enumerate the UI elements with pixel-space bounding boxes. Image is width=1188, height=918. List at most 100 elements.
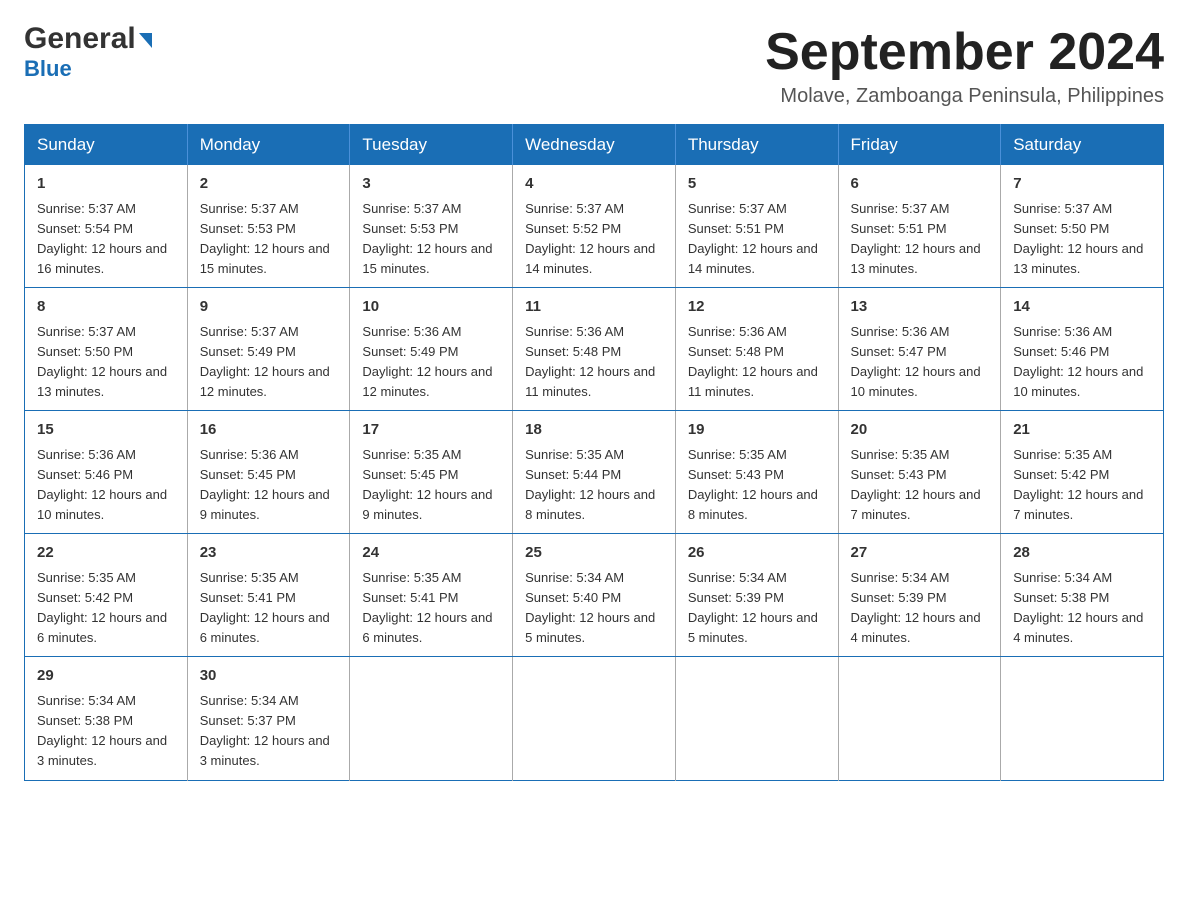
day-info: Sunrise: 5:34 AMSunset: 5:40 PMDaylight:… — [525, 568, 663, 649]
day-info: Sunrise: 5:36 AMSunset: 5:46 PMDaylight:… — [1013, 322, 1151, 403]
calendar-cell: 15Sunrise: 5:36 AMSunset: 5:46 PMDayligh… — [25, 411, 188, 534]
calendar-cell: 2 Sunrise: 5:37 AMSunset: 5:53 PMDaylight… — [187, 165, 350, 288]
day-number: 30 — [200, 665, 338, 688]
day-number: 16 — [200, 419, 338, 442]
day-info: Sunrise: 5:34 AMSunset: 5:38 PMDaylight:… — [37, 691, 175, 772]
day-number: 29 — [37, 665, 175, 688]
calendar-cell: 16Sunrise: 5:36 AMSunset: 5:45 PMDayligh… — [187, 411, 350, 534]
calendar-cell: 9Sunrise: 5:37 AMSunset: 5:49 PMDaylight… — [187, 288, 350, 411]
day-info: Sunrise: 5:34 AMSunset: 5:39 PMDaylight:… — [851, 568, 989, 649]
calendar-header-row: SundayMondayTuesdayWednesdayThursdayFrid… — [25, 125, 1164, 166]
calendar-header-tuesday: Tuesday — [350, 125, 513, 166]
calendar-cell — [350, 657, 513, 780]
calendar-cell: 5 Sunrise: 5:37 AMSunset: 5:51 PMDaylight… — [675, 165, 838, 288]
calendar-header-monday: Monday — [187, 125, 350, 166]
calendar-cell: 18 Sunrise: 5:35 AMSunset: 5:44 PMDayligh… — [513, 411, 676, 534]
calendar-cell: 12 Sunrise: 5:36 AMSunset: 5:48 PMDayligh… — [675, 288, 838, 411]
day-number: 3 — [362, 173, 500, 196]
calendar-cell: 23Sunrise: 5:35 AMSunset: 5:41 PMDayligh… — [187, 534, 350, 657]
day-info: Sunrise: 5:35 AMSunset: 5:41 PMDaylight:… — [200, 568, 338, 649]
day-number: 13 — [851, 296, 989, 319]
calendar-cell: 1Sunrise: 5:37 AMSunset: 5:54 PMDaylight… — [25, 165, 188, 288]
calendar-week-row: 15Sunrise: 5:36 AMSunset: 5:46 PMDayligh… — [25, 411, 1164, 534]
day-info: Sunrise: 5:35 AMSunset: 5:42 PMDaylight:… — [1013, 445, 1151, 526]
day-info: Sunrise: 5:35 AMSunset: 5:45 PMDaylight:… — [362, 445, 500, 526]
calendar-cell: 14 Sunrise: 5:36 AMSunset: 5:46 PMDayligh… — [1001, 288, 1164, 411]
calendar-cell: 3 Sunrise: 5:37 AMSunset: 5:53 PMDaylight… — [350, 165, 513, 288]
day-info: Sunrise: 5:35 AMSunset: 5:44 PMDaylight:… — [525, 445, 663, 526]
day-number: 4 — [525, 173, 663, 196]
day-number: 8 — [37, 296, 175, 319]
location-subtitle: Molave, Zamboanga Peninsula, Philippines — [765, 85, 1164, 108]
calendar-cell: 22 Sunrise: 5:35 AMSunset: 5:42 PMDayligh… — [25, 534, 188, 657]
calendar-cell: 27 Sunrise: 5:34 AMSunset: 5:39 PMDayligh… — [838, 534, 1001, 657]
day-number: 14 — [1013, 296, 1151, 319]
calendar-header-wednesday: Wednesday — [513, 125, 676, 166]
day-number: 7 — [1013, 173, 1151, 196]
day-info: Sunrise: 5:35 AMSunset: 5:43 PMDaylight:… — [688, 445, 826, 526]
calendar-cell: 4 Sunrise: 5:37 AMSunset: 5:52 PMDaylight… — [513, 165, 676, 288]
day-info: Sunrise: 5:36 AMSunset: 5:46 PMDaylight:… — [37, 445, 175, 526]
calendar-cell: 28Sunrise: 5:34 AMSunset: 5:38 PMDayligh… — [1001, 534, 1164, 657]
day-info: Sunrise: 5:35 AMSunset: 5:41 PMDaylight:… — [362, 568, 500, 649]
day-number: 2 — [200, 173, 338, 196]
calendar-cell: 21 Sunrise: 5:35 AMSunset: 5:42 PMDayligh… — [1001, 411, 1164, 534]
day-number: 6 — [851, 173, 989, 196]
calendar-cell — [838, 657, 1001, 780]
day-number: 18 — [525, 419, 663, 442]
calendar-cell — [1001, 657, 1164, 780]
calendar-header-friday: Friday — [838, 125, 1001, 166]
logo-blue-text: Blue — [24, 56, 72, 82]
calendar-cell: 7 Sunrise: 5:37 AMSunset: 5:50 PMDaylight… — [1001, 165, 1164, 288]
day-number: 26 — [688, 542, 826, 565]
calendar-cell: 10 Sunrise: 5:36 AMSunset: 5:49 PMDayligh… — [350, 288, 513, 411]
calendar-week-row: 1Sunrise: 5:37 AMSunset: 5:54 PMDaylight… — [25, 165, 1164, 288]
day-info: Sunrise: 5:37 AMSunset: 5:51 PMDaylight:… — [851, 199, 989, 280]
day-number: 24 — [362, 542, 500, 565]
day-info: Sunrise: 5:36 AMSunset: 5:48 PMDaylight:… — [525, 322, 663, 403]
calendar-cell — [675, 657, 838, 780]
calendar-cell: 17 Sunrise: 5:35 AMSunset: 5:45 PMDayligh… — [350, 411, 513, 534]
day-number: 10 — [362, 296, 500, 319]
day-info: Sunrise: 5:37 AMSunset: 5:50 PMDaylight:… — [37, 322, 175, 403]
logo: General Blue — [24, 24, 152, 82]
logo-general-text: General — [24, 24, 136, 54]
calendar-cell: 29 Sunrise: 5:34 AMSunset: 5:38 PMDayligh… — [25, 657, 188, 780]
day-number: 25 — [525, 542, 663, 565]
day-number: 28 — [1013, 542, 1151, 565]
day-info: Sunrise: 5:34 AMSunset: 5:39 PMDaylight:… — [688, 568, 826, 649]
day-info: Sunrise: 5:36 AMSunset: 5:48 PMDaylight:… — [688, 322, 826, 403]
calendar-cell: 30 Sunrise: 5:34 AMSunset: 5:37 PMDayligh… — [187, 657, 350, 780]
day-info: Sunrise: 5:36 AMSunset: 5:49 PMDaylight:… — [362, 322, 500, 403]
calendar-cell: 6 Sunrise: 5:37 AMSunset: 5:51 PMDaylight… — [838, 165, 1001, 288]
calendar-cell: 20Sunrise: 5:35 AMSunset: 5:43 PMDayligh… — [838, 411, 1001, 534]
title-area: September 2024 Molave, Zamboanga Peninsu… — [765, 24, 1164, 108]
day-info: Sunrise: 5:37 AMSunset: 5:50 PMDaylight:… — [1013, 199, 1151, 280]
calendar-cell: 25 Sunrise: 5:34 AMSunset: 5:40 PMDayligh… — [513, 534, 676, 657]
day-info: Sunrise: 5:35 AMSunset: 5:42 PMDaylight:… — [37, 568, 175, 649]
day-info: Sunrise: 5:34 AMSunset: 5:37 PMDaylight:… — [200, 691, 338, 772]
day-number: 1 — [37, 173, 175, 196]
day-info: Sunrise: 5:37 AMSunset: 5:51 PMDaylight:… — [688, 199, 826, 280]
calendar-week-row: 22 Sunrise: 5:35 AMSunset: 5:42 PMDayligh… — [25, 534, 1164, 657]
day-info: Sunrise: 5:37 AMSunset: 5:53 PMDaylight:… — [200, 199, 338, 280]
day-number: 17 — [362, 419, 500, 442]
calendar-cell: 26 Sunrise: 5:34 AMSunset: 5:39 PMDayligh… — [675, 534, 838, 657]
calendar-cell: 19Sunrise: 5:35 AMSunset: 5:43 PMDayligh… — [675, 411, 838, 534]
calendar-cell: 13Sunrise: 5:36 AMSunset: 5:47 PMDayligh… — [838, 288, 1001, 411]
day-number: 21 — [1013, 419, 1151, 442]
day-number: 27 — [851, 542, 989, 565]
calendar-week-row: 29 Sunrise: 5:34 AMSunset: 5:38 PMDayligh… — [25, 657, 1164, 780]
calendar-cell: 11 Sunrise: 5:36 AMSunset: 5:48 PMDayligh… — [513, 288, 676, 411]
logo-icon: General — [24, 24, 152, 54]
day-number: 12 — [688, 296, 826, 319]
day-number: 11 — [525, 296, 663, 319]
day-number: 22 — [37, 542, 175, 565]
day-number: 5 — [688, 173, 826, 196]
month-title: September 2024 — [765, 24, 1164, 81]
calendar-header-thursday: Thursday — [675, 125, 838, 166]
day-number: 9 — [200, 296, 338, 319]
calendar-header-sunday: Sunday — [25, 125, 188, 166]
day-info: Sunrise: 5:37 AMSunset: 5:52 PMDaylight:… — [525, 199, 663, 280]
day-info: Sunrise: 5:37 AMSunset: 5:53 PMDaylight:… — [362, 199, 500, 280]
